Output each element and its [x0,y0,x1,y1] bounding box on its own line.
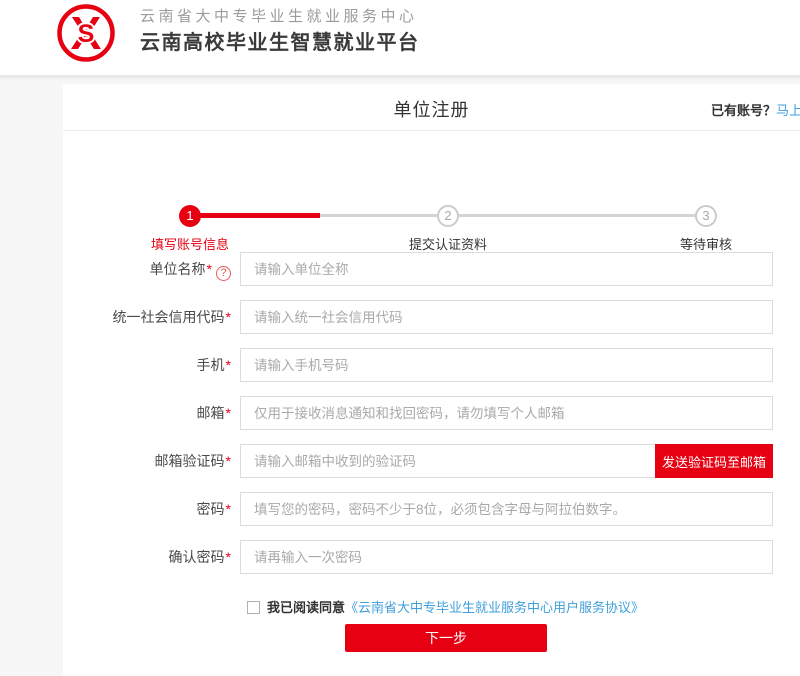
company-name-input[interactable] [240,252,773,286]
login-prompt: 已有账号？ [711,103,776,118]
help-icon[interactable]: ? [216,266,231,281]
credit-code-input[interactable] [240,300,773,334]
site-header: X S 云南省大中专毕业生就业服务中心 云南高校毕业生智慧就业平台 [0,0,800,78]
step-3-label: 等待审核 [626,234,786,253]
field-row-mobile: 手机* [63,348,775,382]
required-mark: * [226,501,231,517]
email-label: 邮箱* [63,396,231,430]
field-row-password: 密码* [63,492,775,526]
required-mark: * [226,309,231,325]
step-1-circle: 1 [179,205,201,227]
registration-card: 单位注册 已有账号？马上登录 1 2 3 填写账号信息 提交认证资料 等待审核 … [63,84,800,676]
page-title: 单位注册 [63,96,800,122]
confirm-password-label: 确认密码* [63,540,231,574]
login-area: 已有账号？马上登录 [711,100,800,119]
field-row-company-name: 单位名称*? [63,252,775,286]
title-bar: 单位注册 已有账号？马上登录 [63,84,800,131]
required-mark: * [226,405,231,421]
org-name: 云南省大中专毕业生就业服务中心 [140,7,420,27]
step-indicator: 1 2 3 填写账号信息 提交认证资料 等待审核 [63,132,800,242]
password-input[interactable] [240,492,773,526]
progress-segment-done [190,213,320,218]
field-row-confirm-password: 确认密码* [63,540,775,574]
email-input[interactable] [240,396,773,430]
field-row-email: 邮箱* [63,396,775,430]
step-2-circle: 2 [437,205,459,227]
confirm-password-input[interactable] [240,540,773,574]
login-now-link[interactable]: 马上登录 [776,103,800,118]
credit-code-label: 统一社会信用代码* [63,300,231,334]
step-3-circle: 3 [695,205,717,227]
step-2-label: 提交认证资料 [368,234,528,253]
agreement-link[interactable]: 《云南省大中专毕业生就业服务中心用户服务协议》 [345,600,644,615]
logo-letter: S [78,20,95,48]
platform-name: 云南高校毕业生智慧就业平台 [140,29,420,57]
email-code-label: 邮箱验证码* [63,444,231,478]
field-row-email-code: 邮箱验证码* 发送验证码至邮箱 [63,444,775,478]
agreement-text: 我已阅读同意 [267,600,345,615]
agreement-checkbox[interactable] [247,601,260,614]
agreement-row: 我已阅读同意《云南省大中专毕业生就业服务中心用户服务协议》 [247,597,644,616]
brand-block: 云南省大中专毕业生就业服务中心 云南高校毕业生智慧就业平台 [140,7,420,57]
progress-segment-todo-2 [448,214,706,217]
required-mark: * [226,453,231,469]
company-name-label: 单位名称*? [63,252,231,286]
required-mark: * [226,357,231,373]
next-step-button[interactable]: 下一步 [345,624,547,652]
progress-segment-todo-1 [320,214,448,217]
send-code-button[interactable]: 发送验证码至邮箱 [655,444,773,478]
center-logo-icon: X S [53,2,121,66]
mobile-label: 手机* [63,348,231,382]
step-1-label: 填写账号信息 [110,234,270,253]
password-label: 密码* [63,492,231,526]
field-row-credit-code: 统一社会信用代码* [63,300,775,334]
mobile-input[interactable] [240,348,773,382]
required-mark: * [207,261,212,277]
required-mark: * [226,549,231,565]
